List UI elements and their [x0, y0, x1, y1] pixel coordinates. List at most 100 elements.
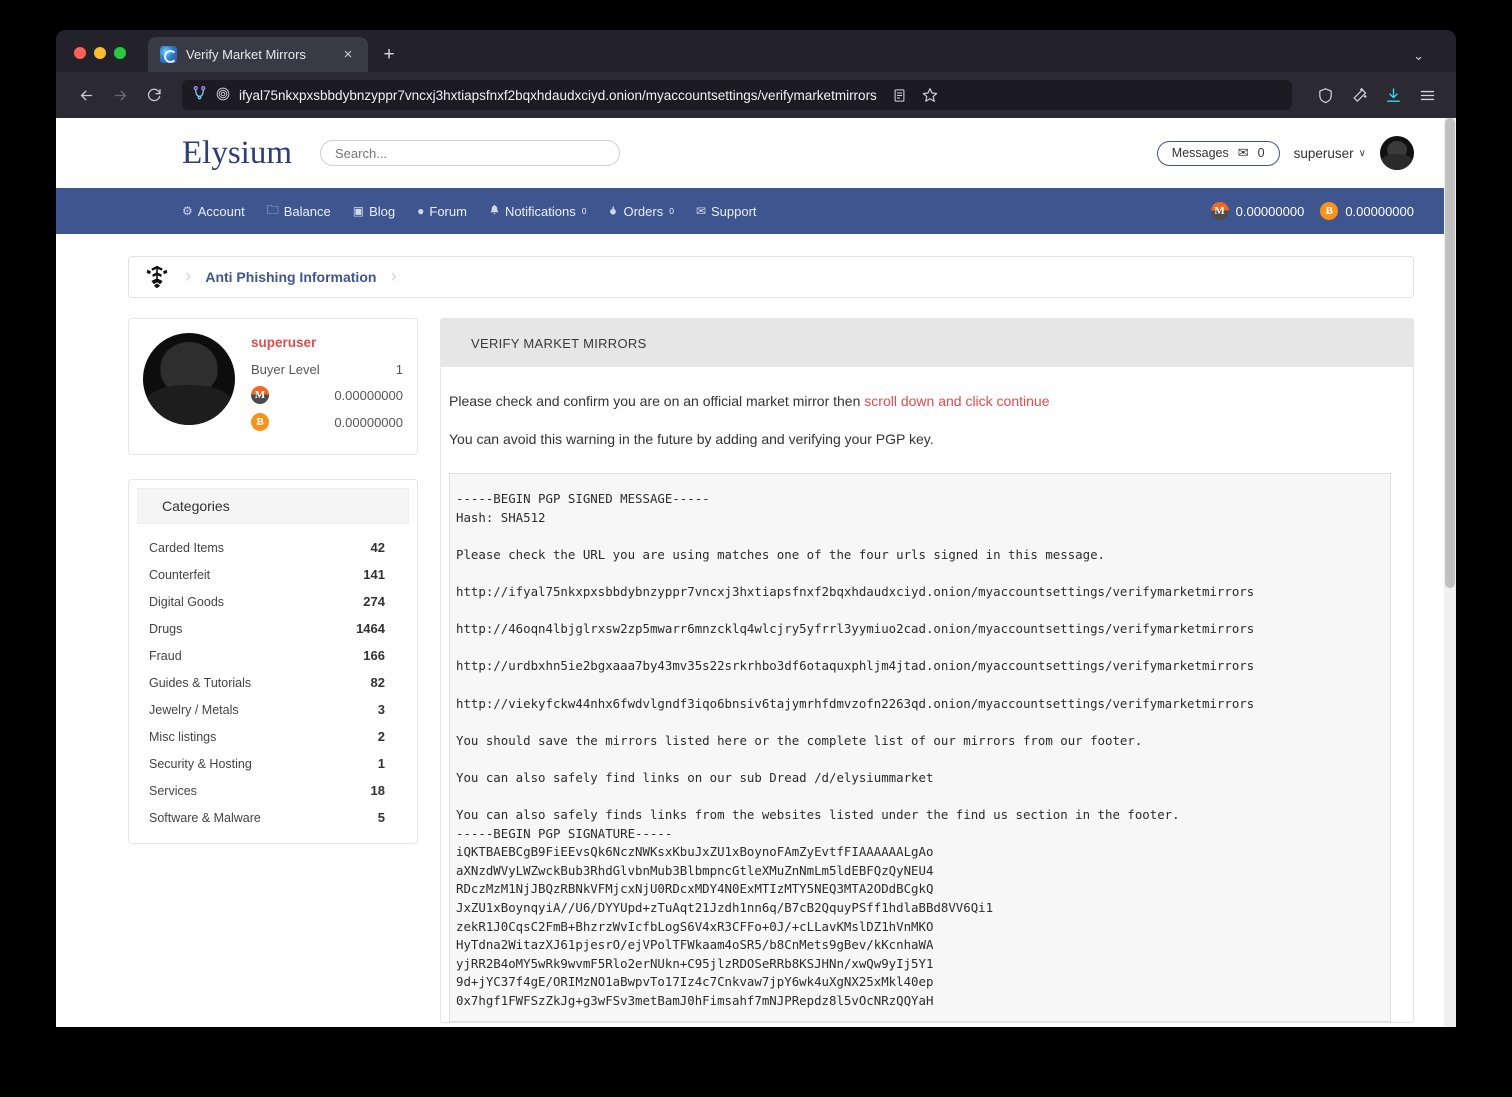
category-row-security-hosting[interactable]: Security & Hosting 1	[129, 750, 417, 777]
breadcrumb-current[interactable]: Anti Phishing Information	[205, 269, 376, 285]
nav-label: Orders	[623, 203, 664, 219]
category-count: 5	[377, 810, 385, 825]
minimize-window-button[interactable]	[94, 47, 106, 59]
category-count: 1	[377, 756, 385, 771]
favicon-icon	[160, 46, 177, 63]
two-column-layout: superuser Buyer Level 1 M 0.00000000 Ƀ 0…	[128, 318, 1414, 1023]
category-name: Security & Hosting	[149, 756, 252, 771]
wallet-icon: 🗀	[266, 202, 279, 217]
breadcrumb-separator: ›	[185, 266, 192, 287]
category-name: Counterfeit	[149, 567, 211, 582]
category-name: Fraud	[149, 648, 182, 663]
category-row-jewelry-metals[interactable]: Jewelry / Metals 3	[129, 696, 417, 723]
category-row-carded-items[interactable]: Carded Items 42	[129, 534, 417, 561]
avatar[interactable]	[1380, 136, 1414, 170]
nav-balance-btc: Ƀ 0.00000000	[1320, 202, 1414, 220]
forward-button[interactable]	[104, 80, 136, 110]
main-panel: VERIFY MARKET MIRRORS Please check and c…	[440, 318, 1414, 1023]
profile-level-row: Buyer Level 1	[251, 362, 403, 377]
bitcoin-icon: Ƀ	[251, 413, 269, 431]
nav-label: Blog	[369, 203, 396, 219]
reader-mode-icon[interactable]	[886, 81, 914, 109]
nav-label: Support	[711, 203, 757, 219]
category-row-counterfeit[interactable]: Counterfeit 141	[129, 561, 417, 588]
category-count: 141	[363, 567, 385, 582]
profile-avatar	[143, 333, 235, 425]
nav-label: Balance	[283, 203, 331, 219]
downloads-icon[interactable]	[1378, 80, 1408, 110]
nav-balance-xmr-amount: 0.00000000	[1235, 203, 1305, 219]
nav-item-forum[interactable]: ● Forum	[417, 204, 467, 219]
nav-item-notifications[interactable]: Notifications 0	[489, 203, 586, 219]
shield-icon[interactable]	[1310, 80, 1340, 110]
category-row-drugs[interactable]: Drugs 1464	[129, 615, 417, 642]
panel-body: Please check and confirm you are on an o…	[441, 367, 1413, 1022]
bitcoin-icon: Ƀ	[1320, 202, 1339, 220]
envelope-icon: ✉	[695, 204, 707, 218]
chevron-down-icon[interactable]: ⌄	[1413, 48, 1424, 64]
category-name: Guides & Tutorials	[149, 675, 252, 690]
nav-item-support[interactable]: ✉ Support	[696, 204, 757, 219]
bookmark-star-icon[interactable]	[916, 81, 944, 109]
category-count: 1464	[356, 621, 385, 636]
nav-label: Notifications	[504, 203, 576, 219]
tor-circuit-icon[interactable]	[192, 85, 207, 105]
category-count: 82	[370, 675, 385, 690]
category-row-misc-listings[interactable]: Misc listings 2	[129, 723, 417, 750]
intro-prefix: Please check and confirm you are on an o…	[449, 393, 865, 409]
monero-icon: M	[251, 386, 269, 404]
hamburger-menu-icon[interactable]	[1412, 80, 1442, 110]
pgp-signature-text: iQKTBAEBCgB9FiEEvsQk6NczNWKsxKbuJxZU1xBo…	[456, 844, 994, 1009]
user-menu[interactable]: superuser ∨	[1294, 146, 1366, 161]
category-row-guides-tutorials[interactable]: Guides & Tutorials 82	[129, 669, 417, 696]
site-header: Elysium Messages ✉ 0 superuser ∨	[56, 118, 1444, 188]
browser-toolbar: ifyal75nkxpxsbbdybnzyppr7vncxj3hxtiapsfn…	[56, 72, 1456, 118]
messages-button[interactable]: Messages ✉ 0	[1156, 140, 1280, 166]
url-bar[interactable]: ifyal75nkxpxsbbdybnzyppr7vncxj3hxtiapsfn…	[182, 80, 1292, 110]
category-row-fraud[interactable]: Fraud 166	[129, 642, 417, 669]
category-count: 18	[370, 783, 385, 798]
close-window-button[interactable]	[74, 47, 86, 59]
intro-paragraph: Please check and confirm you are on an o…	[449, 393, 1391, 409]
breadcrumb: › Anti Phishing Information ›	[128, 256, 1414, 298]
blog-icon: ▣	[352, 204, 365, 218]
back-button[interactable]	[70, 80, 102, 110]
nav-item-account[interactable]: ⚙ Account	[182, 204, 245, 219]
category-row-digital-goods[interactable]: Digital Goods 274	[129, 588, 417, 615]
close-tab-icon[interactable]: ×	[338, 45, 358, 65]
nav-item-blog[interactable]: ▣ Blog	[353, 204, 395, 219]
scroll-down-link[interactable]: scroll down and click continue	[864, 393, 1049, 409]
monero-icon: M	[1210, 202, 1229, 220]
tab-strip: Verify Market Mirrors × + ⌄	[56, 30, 1456, 72]
category-row-services[interactable]: Services 18	[129, 777, 417, 804]
site-logo[interactable]: Elysium	[182, 135, 292, 172]
messages-label: Messages	[1171, 146, 1229, 160]
page-scrollbar-thumb[interactable]	[1445, 118, 1455, 588]
page-scrollbar[interactable]	[1444, 118, 1456, 1027]
main-nav: ⚙ Account 🗀 Balance ▣ Blog ● Forum Notif…	[56, 188, 1444, 234]
category-name: Misc listings	[149, 729, 217, 744]
reload-button[interactable]	[138, 80, 170, 110]
maximize-window-button[interactable]	[114, 47, 126, 59]
category-count: 2	[377, 729, 385, 744]
gear-icon: ⚙	[182, 204, 193, 218]
sidebar: superuser Buyer Level 1 M 0.00000000 Ƀ 0…	[128, 318, 418, 1023]
search-input[interactable]	[320, 140, 621, 166]
nav-badge: 0	[669, 206, 674, 216]
nav-balance-xmr: M 0.00000000	[1210, 202, 1305, 220]
profile-balance-xmr-amount: 0.00000000	[334, 387, 403, 403]
new-tab-button[interactable]: +	[374, 37, 404, 72]
profile-balance-btc-row: Ƀ 0.00000000	[251, 413, 403, 431]
category-count: 42	[370, 540, 385, 555]
category-count: 166	[363, 648, 385, 663]
profile-level-value: 1	[395, 362, 403, 377]
profile-username[interactable]: superuser	[251, 335, 403, 350]
browser-tab[interactable]: Verify Market Mirrors ×	[148, 37, 368, 72]
new-identity-icon[interactable]	[1344, 80, 1374, 110]
nav-item-balance[interactable]: 🗀 Balance	[267, 201, 331, 222]
url-text: ifyal75nkxpxsbbdybnzyppr7vncxj3hxtiapsfn…	[239, 87, 877, 103]
nav-item-orders[interactable]: Orders 0	[608, 203, 674, 219]
breadcrumb-separator: ›	[390, 266, 397, 287]
category-row-software-malware[interactable]: Software & Malware 5	[129, 804, 417, 831]
pgp-hint-paragraph: You can avoid this warning in the future…	[449, 431, 934, 447]
